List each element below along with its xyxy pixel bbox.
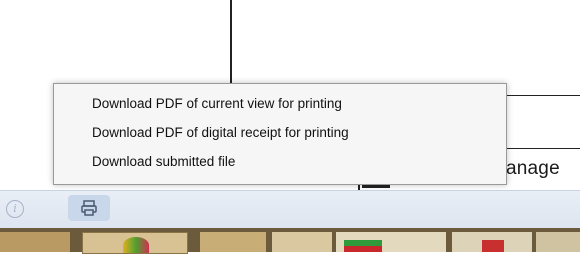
info-icon[interactable]: i bbox=[6, 200, 24, 218]
app-icon bbox=[123, 237, 149, 253]
menu-item-download-submitted-file[interactable]: Download submitted file bbox=[92, 154, 235, 169]
table-vertical-line bbox=[230, 0, 232, 95]
taskbar-item[interactable] bbox=[536, 232, 580, 252]
menu-item-download-digital-receipt[interactable]: Download PDF of digital receipt for prin… bbox=[92, 125, 349, 140]
document-mark bbox=[362, 185, 390, 188]
chart-icon bbox=[344, 246, 382, 252]
print-button[interactable] bbox=[68, 195, 110, 221]
taskbar-item[interactable] bbox=[0, 232, 70, 252]
taskbar-item[interactable] bbox=[82, 232, 188, 254]
taskbar-item[interactable] bbox=[452, 232, 532, 252]
taskbar-item[interactable] bbox=[336, 232, 446, 252]
download-menu: Download PDF of current view for printin… bbox=[53, 83, 507, 185]
taskbar-item[interactable] bbox=[200, 232, 266, 252]
document-partial-text: anage bbox=[506, 158, 560, 179]
printer-icon bbox=[81, 200, 97, 216]
taskbar-item[interactable] bbox=[272, 232, 332, 252]
menu-item-download-current-view[interactable]: Download PDF of current view for printin… bbox=[92, 96, 342, 111]
table-horizontal-line bbox=[505, 148, 580, 149]
app-icon bbox=[482, 240, 504, 252]
taskbar bbox=[0, 228, 580, 254]
bottom-toolbar: i bbox=[0, 190, 580, 229]
